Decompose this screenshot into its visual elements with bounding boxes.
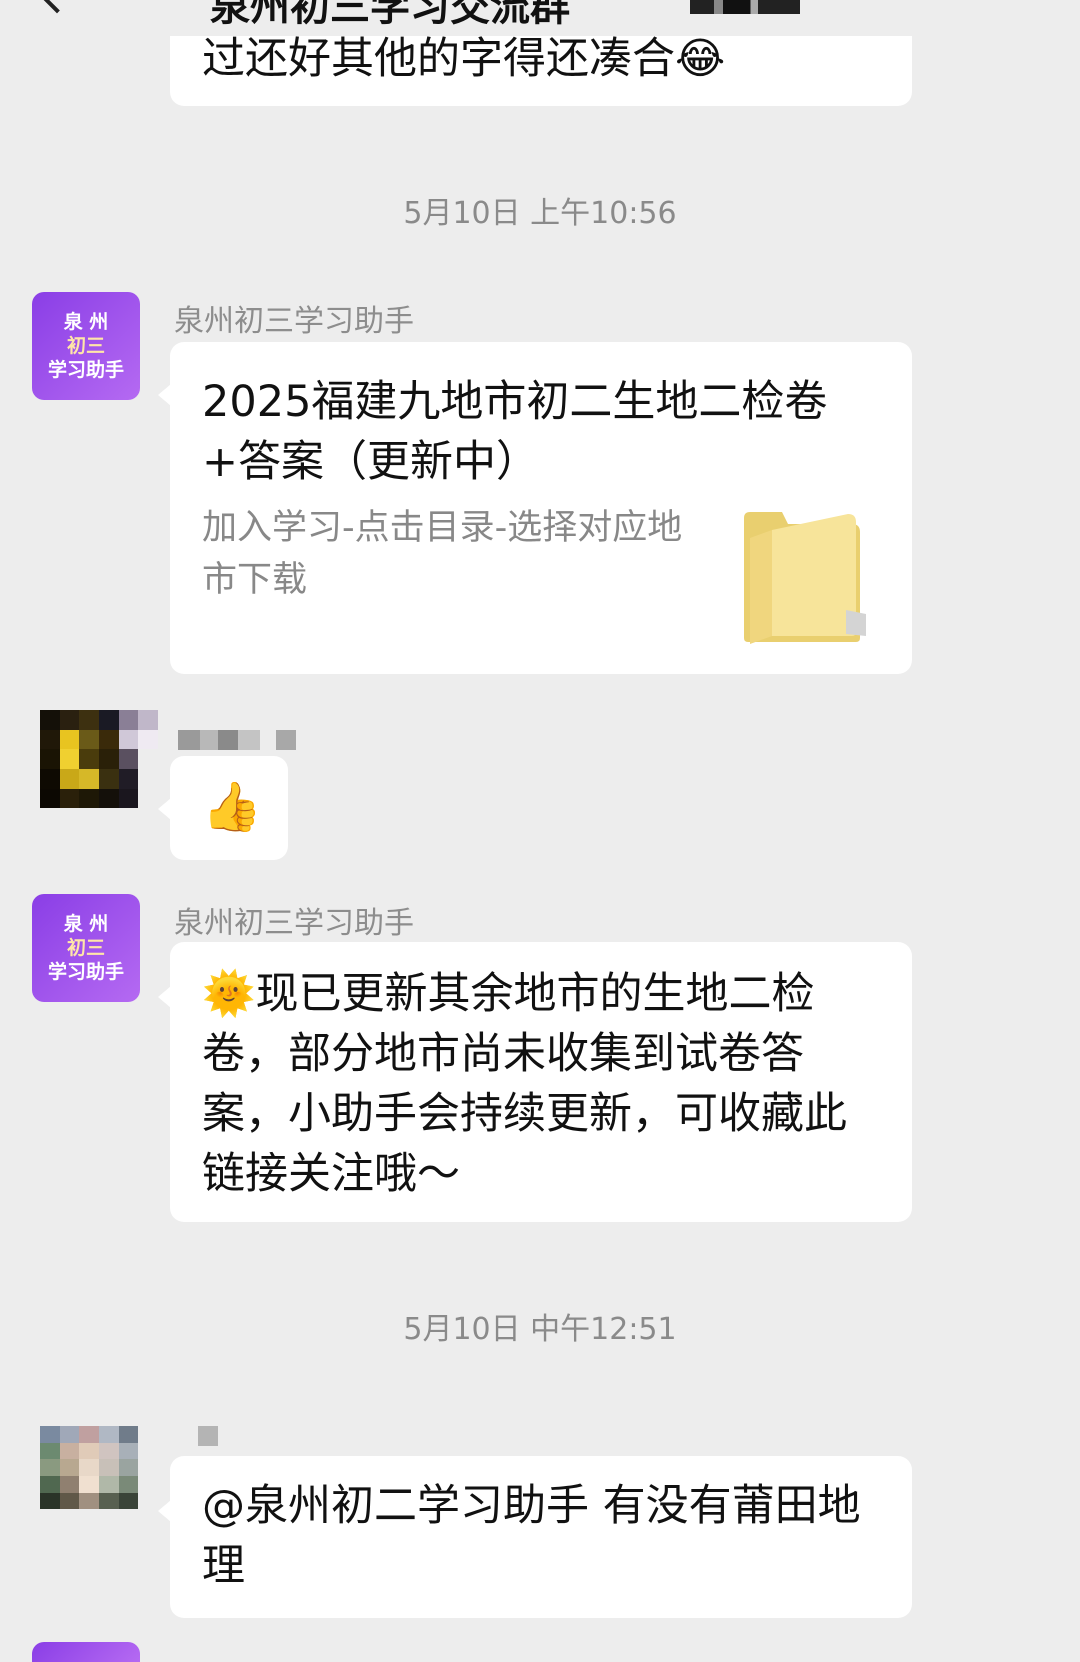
message-bubble[interactable]: 👍 [170,756,288,860]
avatar-text: 学习助手 [47,961,124,983]
back-arrow-icon[interactable] [38,0,76,14]
link-card[interactable]: 2025福建九地市初二生地二检卷+答案（更新中） 加入学习-点击目录-选择对应地… [170,342,912,674]
avatar[interactable] [40,710,158,828]
card-description: 加入学习-点击目录-选择对应地市下载 [202,508,683,600]
blurred-title-suffix [690,0,800,14]
folder-icon [744,512,866,644]
avatar[interactable] [40,1426,158,1526]
avatar-text: 泉 州 [63,311,109,333]
avatar[interactable]: 泉 州 初三 学习助手 [32,894,140,1002]
timestamp: 5月10日 上午10:56 [403,196,677,231]
avatar-text: 初三 [66,937,105,959]
avatar[interactable]: 泉 州 初三 学习助手 [32,292,140,400]
sender-name: 泉州初三学习助手 [174,304,414,339]
timestamp: 5月10日 中午12:51 [403,1312,677,1347]
avatar-text: 初三 [66,335,105,357]
message-bubble[interactable]: 🌞现已更新其余地市的生地二检卷，部分地市尚未收集到试卷答案，小助手会持续更新，可… [170,942,912,1222]
avatar-text: 学习助手 [47,359,124,381]
message-text: 过还好其他的字得还凑合😂 [202,36,726,82]
card-title: 2025福建九地市初二生地二检卷+答案（更新中） [202,377,828,487]
message-bubble[interactable]: 过还好其他的字得还凑合😂 [170,36,912,106]
avatar[interactable] [32,1642,140,1662]
message-text: @泉州初二学习助手 有没有莆田地理 [202,1481,861,1591]
avatar-text: 泉 州 [63,913,109,935]
message-bubble[interactable]: @泉州初二学习助手 有没有莆田地理 [170,1456,912,1618]
chat-title: 泉州初三学习交流群 [210,0,570,30]
blurred-sender-name [198,1426,218,1446]
blurred-sender-name [178,730,298,750]
message-text: 🌞现已更新其余地市的生地二检卷，部分地市尚未收集到试卷答案，小助手会持续更新，可… [202,969,847,1199]
sender-name: 泉州初三学习助手 [174,906,414,941]
thumbs-up-icon: 👍 [202,779,262,835]
